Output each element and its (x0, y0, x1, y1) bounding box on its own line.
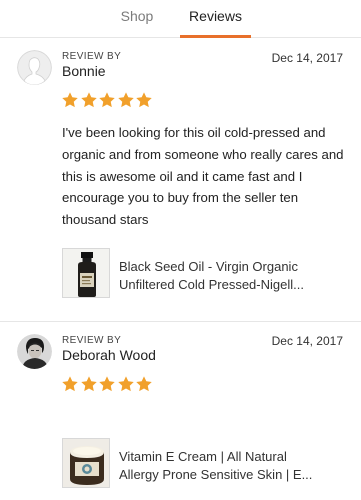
star-icon (135, 375, 153, 393)
star-icon (117, 375, 135, 393)
reviewer-name[interactable]: Deborah Wood (62, 347, 156, 363)
star-rating (61, 375, 154, 393)
user-photo-icon (17, 334, 52, 369)
oil-bottle-icon (63, 249, 109, 297)
avatar[interactable] (17, 50, 52, 85)
star-icon (61, 375, 79, 393)
avatar[interactable] (17, 334, 52, 369)
review-text: I've been looking for this oil cold-pres… (62, 125, 344, 228)
product-thumbnail[interactable] (62, 438, 110, 488)
reviewed-product[interactable]: Black Seed Oil - Virgin Organic Unfilter… (62, 248, 357, 300)
review-item: REVIEW BY Deborah Wood Dec 14, 2017 Vita… (0, 322, 361, 500)
product-title-line: Unfiltered Cold Pressed-Nigell... (119, 277, 304, 292)
review-date: Dec 14, 2017 (271, 51, 343, 65)
star-icon (98, 91, 116, 109)
product-title-line: Black Seed Oil - Virgin Organic (119, 259, 298, 274)
star-icon (80, 375, 98, 393)
product-thumbnail[interactable] (62, 248, 110, 298)
product-title[interactable]: Vitamin E Cream | All Natural Allergy Pr… (119, 448, 359, 484)
star-icon (117, 91, 135, 109)
review-item: REVIEW BY Bonnie Dec 14, 2017 I've been … (0, 38, 361, 322)
review-date: Dec 14, 2017 (271, 334, 343, 348)
product-title-line: Allergy Prone Sensitive Skin | E... (119, 467, 313, 482)
review-by-label: REVIEW BY (62, 335, 122, 346)
reviewer-name[interactable]: Bonnie (62, 63, 106, 79)
star-icon (61, 91, 79, 109)
tab-bar: Shop Reviews (0, 0, 361, 38)
user-silhouette-icon (17, 50, 52, 85)
product-title[interactable]: Black Seed Oil - Virgin Organic Unfilter… (119, 258, 359, 294)
reviewed-product[interactable]: Vitamin E Cream | All Natural Allergy Pr… (62, 438, 357, 490)
cream-jar-icon (63, 439, 109, 487)
tab-shop[interactable]: Shop (112, 0, 162, 38)
review-by-label: REVIEW BY (62, 51, 122, 62)
product-title-line: Vitamin E Cream | All Natural (119, 449, 287, 464)
star-icon (135, 91, 153, 109)
star-rating (61, 91, 154, 109)
tab-reviews[interactable]: Reviews (180, 0, 251, 38)
star-icon (98, 375, 116, 393)
star-icon (80, 91, 98, 109)
